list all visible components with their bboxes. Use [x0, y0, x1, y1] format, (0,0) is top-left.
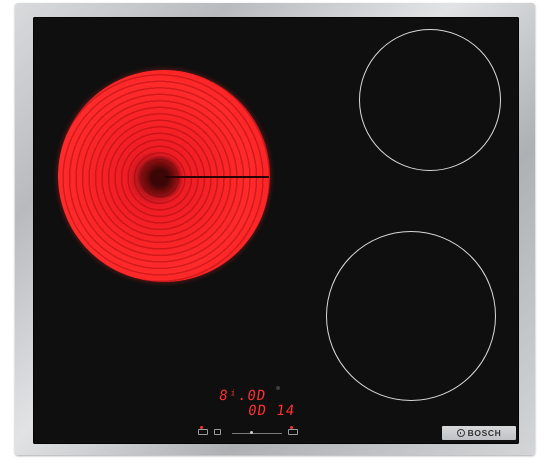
- timer-led-icon: [290, 426, 293, 429]
- timer-button[interactable]: [288, 429, 298, 435]
- slider-marker-icon: [250, 431, 253, 434]
- touch-control-strip[interactable]: [198, 426, 303, 438]
- power-level-display-bottom: 0D 14: [246, 403, 297, 419]
- led-dot-icon: [276, 386, 280, 390]
- power-led-icon: [200, 426, 203, 429]
- heating-element-spoke: [165, 176, 269, 178]
- ceramic-glass-cooktop: 8ⁱ.0D 0D 14 BOSCH: [33, 17, 519, 444]
- power-button[interactable]: [198, 429, 208, 435]
- heating-zone-rear-right[interactable]: [359, 29, 501, 171]
- heating-zone-front-left-active[interactable]: [58, 70, 270, 282]
- bosch-armature-logo-icon: [456, 429, 465, 437]
- brand-name: BOSCH: [467, 428, 502, 438]
- power-level-display-top: 8ⁱ.0D: [217, 388, 268, 404]
- zone-select-button[interactable]: [214, 429, 221, 435]
- heating-zone-front-right[interactable]: [326, 231, 496, 401]
- power-slider[interactable]: [232, 433, 282, 434]
- brand-plate: BOSCH: [442, 426, 516, 440]
